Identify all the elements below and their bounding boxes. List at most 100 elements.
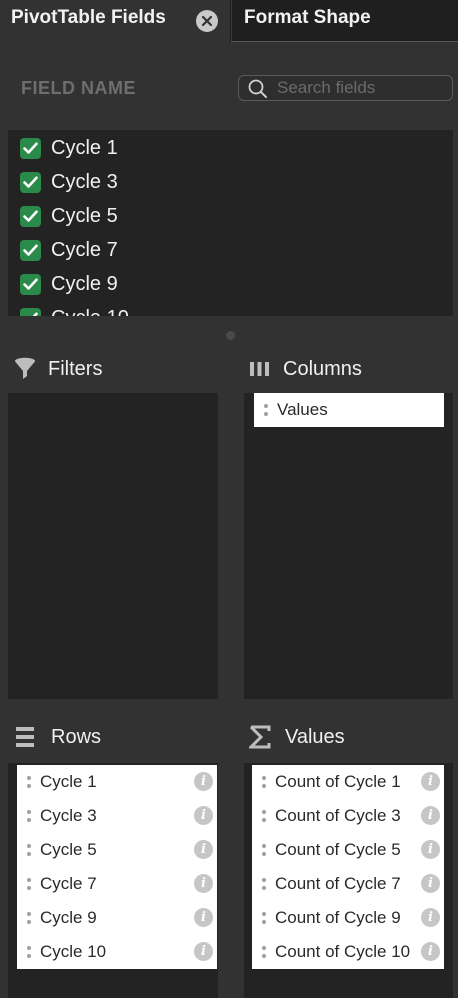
info-icon[interactable]: i [421, 942, 440, 961]
field-label: Cycle 7 [51, 238, 118, 261]
field-list[interactable]: Cycle 1 Cycle 3 Cycle 5 Cycle 7 Cycle 9 Cycle… [8, 130, 453, 316]
search-box[interactable] [238, 75, 453, 101]
field-item[interactable]: Cycle 10 [20, 303, 129, 316]
checkbox-checked[interactable] [20, 137, 41, 159]
columns-icon [250, 362, 269, 376]
checkmark-icon [32, 312, 38, 316]
checkbox-checked[interactable] [20, 307, 41, 316]
info-icon[interactable]: i [194, 908, 213, 927]
checkmark-icon [23, 142, 38, 154]
drag-handle-icon[interactable] [261, 776, 267, 788]
field-name-header: FIELD NAME [21, 78, 136, 98]
row-pill-label: Cycle 9 [40, 908, 97, 927]
info-icon[interactable]: i [194, 942, 213, 961]
row-pill-label: Cycle 3 [40, 806, 97, 825]
row-pill[interactable]: Cycle 7 i [17, 867, 217, 901]
field-label: Cycle 10 [51, 307, 129, 317]
info-icon[interactable]: i [194, 806, 213, 825]
row-pill-label: Cycle 1 [40, 772, 97, 791]
columns-header: Columns [249, 355, 362, 383]
checkmark-icon [23, 244, 38, 256]
info-icon[interactable]: i [194, 840, 213, 859]
checkmark-icon [23, 210, 38, 222]
drag-handle-icon[interactable] [261, 912, 267, 924]
values-drop-area[interactable]: Count of Cycle 1 i Count of Cycle 3 i Count … [244, 763, 453, 998]
info-icon[interactable]: i [421, 874, 440, 893]
row-pill-label: Cycle 5 [40, 840, 97, 859]
field-item[interactable]: Cycle 3 [20, 167, 118, 197]
values-label: Values [285, 725, 345, 748]
field-label: Cycle 5 [51, 204, 118, 227]
value-pill-label: Count of Cycle 7 [275, 874, 401, 893]
search-icon [248, 79, 267, 98]
row-pill[interactable]: Cycle 3 i [17, 799, 217, 833]
drag-handle-icon[interactable] [261, 810, 267, 822]
field-item[interactable]: Cycle 1 [20, 133, 118, 163]
drag-handle-icon[interactable] [263, 404, 269, 416]
value-pill[interactable]: Count of Cycle 10 i [252, 935, 444, 969]
field-label: Cycle 3 [51, 170, 118, 193]
field-item[interactable]: Cycle 7 [20, 235, 118, 265]
checkbox-checked[interactable] [20, 171, 41, 193]
drag-handle-icon[interactable] [26, 844, 32, 856]
info-icon[interactable]: i [421, 772, 440, 791]
value-pill[interactable]: Count of Cycle 7 i [252, 867, 444, 901]
rows-pill-list: Cycle 1 i Cycle 3 i Cycle 5 i Cycle 7 i Cycle 9 i… [17, 765, 217, 969]
value-pill-label: Count of Cycle 5 [275, 840, 401, 859]
filters-label: Filters [48, 357, 103, 380]
tab-divider [231, 41, 458, 42]
rows-icon [16, 727, 34, 747]
checkbox-checked[interactable] [20, 205, 41, 227]
field-item[interactable]: Cycle 5 [20, 201, 118, 231]
drag-handle-icon[interactable] [261, 844, 267, 856]
row-pill[interactable]: Cycle 5 i [17, 833, 217, 867]
rows-drop-area[interactable]: Cycle 1 i Cycle 3 i Cycle 5 i Cycle 7 i Cycle 9 i… [8, 763, 218, 998]
drag-handle-icon[interactable] [261, 946, 267, 958]
field-label: Cycle 9 [51, 272, 118, 295]
columns-drop-area[interactable]: Values [244, 393, 453, 699]
filters-header: Filters [14, 355, 102, 383]
row-pill[interactable]: Cycle 1 i [17, 765, 217, 799]
checkmark-icon [23, 176, 38, 188]
value-pill-label: Count of Cycle 1 [275, 772, 401, 791]
tab-label: Format Shape [244, 7, 371, 28]
info-icon[interactable]: i [194, 874, 213, 893]
drag-handle-icon[interactable] [26, 810, 32, 822]
column-pill-label: Values [277, 400, 328, 419]
row-pill-label: Cycle 10 [40, 942, 107, 961]
search-input[interactable] [277, 77, 447, 99]
row-pill[interactable]: Cycle 10 i [17, 935, 217, 969]
checkbox-checked[interactable] [20, 239, 41, 261]
value-pill[interactable]: Count of Cycle 9 i [252, 901, 444, 935]
value-pill-label: Count of Cycle 3 [275, 806, 401, 825]
sigma-icon [249, 725, 271, 749]
row-pill[interactable]: Cycle 9 i [17, 901, 217, 935]
drag-handle-icon[interactable] [26, 776, 32, 788]
value-pill[interactable]: Count of Cycle 5 i [252, 833, 444, 867]
filters-drop-area[interactable] [8, 393, 218, 699]
value-pill[interactable]: Count of Cycle 3 i [252, 799, 444, 833]
checkmark-icon [23, 278, 38, 290]
drag-handle-icon[interactable] [26, 878, 32, 890]
column-pill[interactable]: Values [254, 393, 444, 427]
value-pill[interactable]: Count of Cycle 1 i [252, 765, 444, 799]
splitter-handle[interactable] [226, 331, 235, 340]
drag-handle-icon[interactable] [26, 946, 32, 958]
info-icon[interactable]: i [194, 772, 213, 791]
columns-label: Columns [283, 357, 362, 380]
info-icon[interactable]: i [421, 806, 440, 825]
close-icon[interactable] [196, 10, 218, 32]
field-item[interactable]: Cycle 9 [20, 269, 118, 299]
row-pill-label: Cycle 7 [40, 874, 97, 893]
drag-handle-icon[interactable] [261, 878, 267, 890]
checkbox-checked[interactable] [20, 273, 41, 295]
tab-label: PivotTable Fields [11, 7, 166, 28]
info-icon[interactable]: i [421, 908, 440, 927]
values-header: Values [249, 723, 345, 751]
tab-pivottable-fields[interactable]: PivotTable Fields [0, 0, 230, 42]
drag-handle-icon[interactable] [26, 912, 32, 924]
field-label: Cycle 1 [51, 136, 118, 159]
info-icon[interactable]: i [421, 840, 440, 859]
columns-pill-list: Values [254, 393, 444, 427]
tab-format-shape[interactable]: Format Shape [231, 0, 458, 42]
